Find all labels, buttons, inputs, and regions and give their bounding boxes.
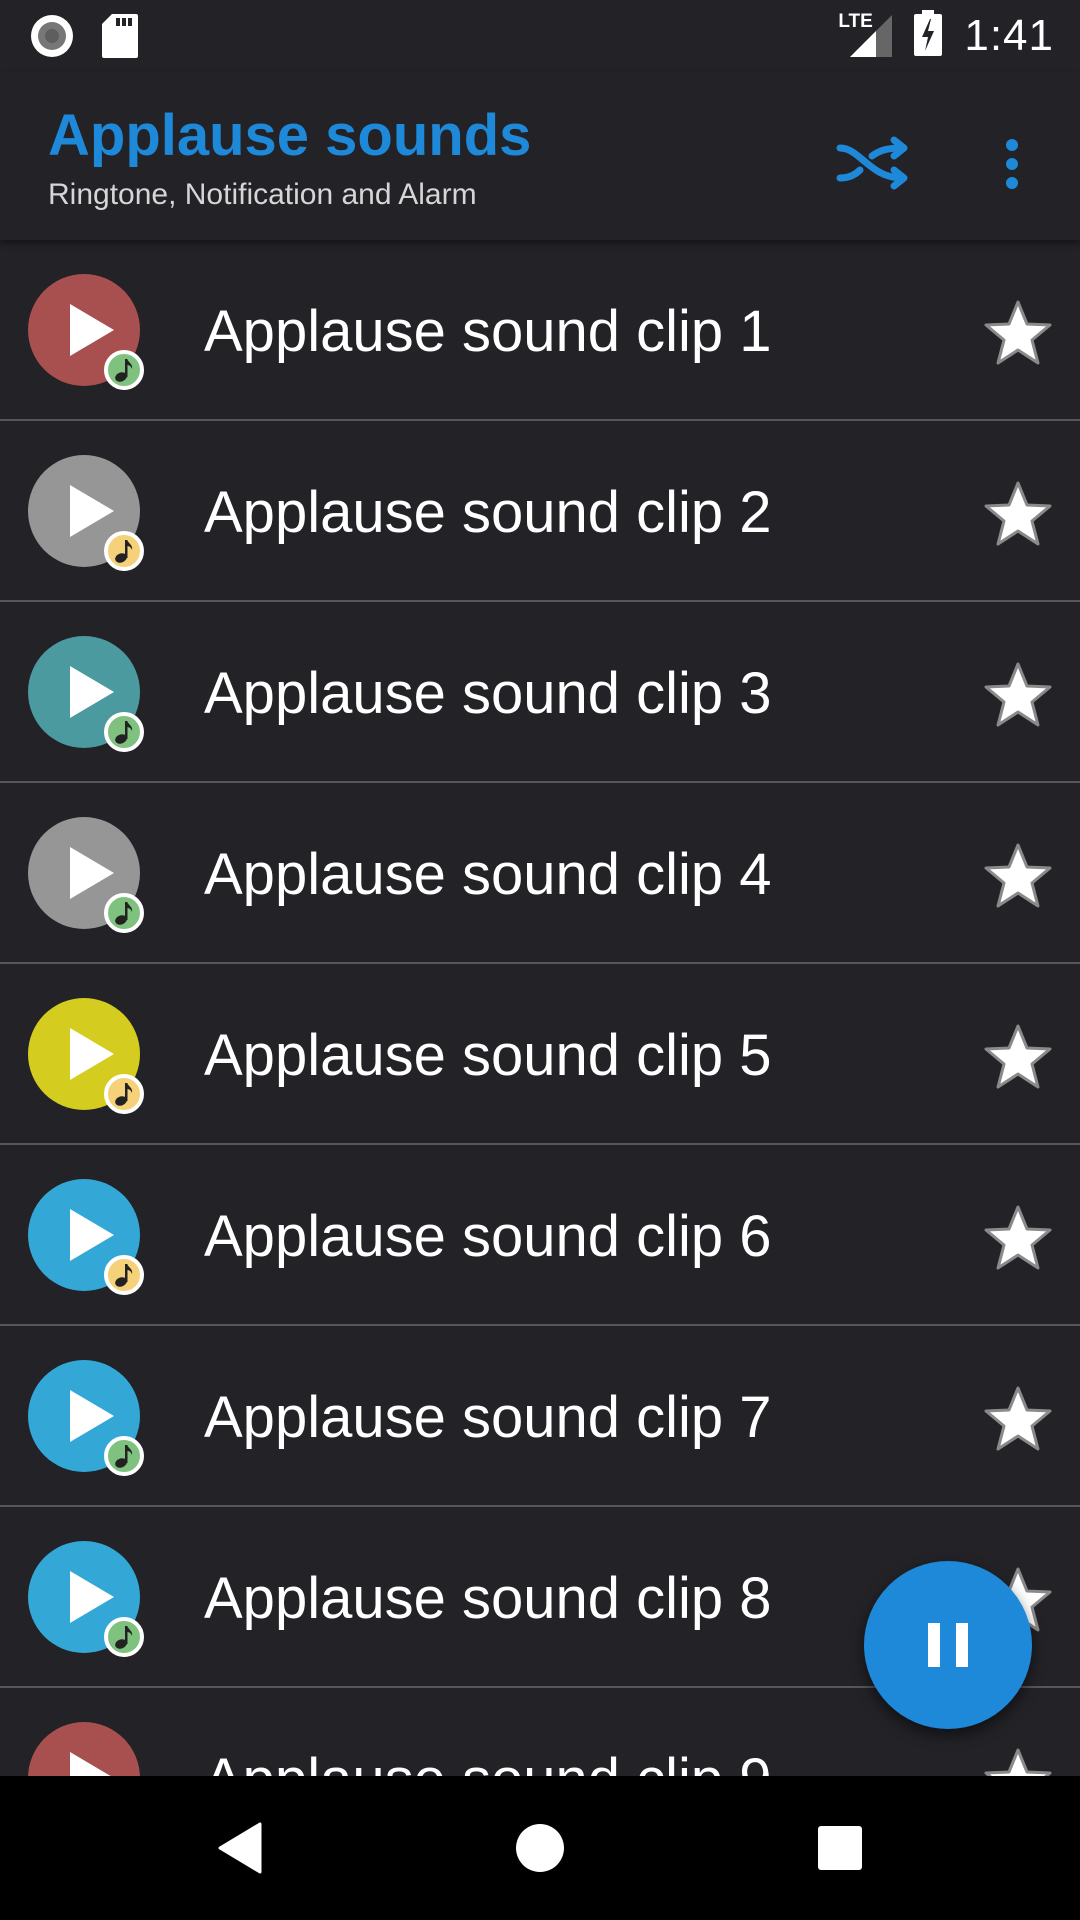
app-title: Applause sounds	[48, 103, 532, 168]
status-bar: LTE 1:41	[0, 0, 1080, 72]
music-note-badge	[104, 893, 144, 933]
play-button[interactable]	[28, 1722, 140, 1776]
music-note-badge	[104, 712, 144, 752]
clip-title: Applause sound clip 8	[204, 1566, 772, 1631]
clip-title: Applause sound clip 9	[204, 1746, 772, 1776]
music-note-badge	[104, 1617, 144, 1657]
music-note-badge	[104, 1074, 144, 1114]
star-icon	[984, 1205, 1052, 1270]
clip-title: Applause sound clip 3	[204, 661, 772, 726]
list-item[interactable]: Applause sound clip 1	[0, 240, 1080, 421]
pause-fab[interactable]	[864, 1561, 1032, 1729]
music-note-badge	[104, 531, 144, 571]
music-note-badge	[104, 350, 144, 390]
favorite-button[interactable]	[982, 1022, 1054, 1092]
star-icon	[984, 1748, 1052, 1776]
clip-title: Applause sound clip 4	[204, 842, 772, 907]
lte-signal-icon: LTE	[838, 11, 893, 61]
list-item[interactable]: Applause sound clip 6	[0, 1145, 1080, 1326]
music-note-icon	[115, 1083, 133, 1106]
navigation-bar	[0, 1776, 1080, 1920]
favorite-button[interactable]	[982, 1203, 1054, 1273]
favorite-button[interactable]	[982, 298, 1054, 368]
list-item[interactable]: Applause sound clip 2	[0, 421, 1080, 602]
shuffle-icon	[836, 136, 908, 190]
clip-title: Applause sound clip 1	[204, 299, 772, 364]
recents-button[interactable]	[804, 1812, 876, 1884]
music-note-badge	[104, 1436, 144, 1476]
recents-icon	[818, 1826, 862, 1870]
app-bar: Applause sounds Ringtone, Notification a…	[0, 72, 1080, 240]
favorite-button[interactable]	[982, 660, 1054, 730]
clock: 1:41	[964, 10, 1054, 60]
star-icon	[984, 300, 1052, 365]
music-note-icon	[115, 359, 133, 382]
more-vert-icon	[1006, 139, 1018, 189]
pause-icon	[928, 1623, 968, 1667]
home-button[interactable]	[504, 1812, 576, 1884]
star-icon	[984, 1386, 1052, 1451]
clip-title: Applause sound clip 5	[204, 1023, 772, 1088]
sound-clip-list[interactable]: Applause sound clip 1 Applause sound cli…	[0, 240, 1080, 1776]
sd-card-icon	[102, 14, 138, 63]
favorite-button[interactable]	[982, 1746, 1054, 1776]
music-note-badge	[104, 1255, 144, 1295]
star-icon	[984, 662, 1052, 727]
record-icon	[30, 14, 74, 63]
list-item[interactable]: Applause sound clip 4	[0, 783, 1080, 964]
more-options-button[interactable]	[990, 122, 1034, 206]
clip-title: Applause sound clip 2	[204, 480, 772, 545]
back-icon	[218, 1822, 262, 1874]
play-icon	[70, 1752, 111, 1776]
list-item[interactable]: Applause sound clip 7	[0, 1326, 1080, 1507]
favorite-button[interactable]	[982, 479, 1054, 549]
music-note-icon	[115, 721, 133, 744]
star-icon	[984, 481, 1052, 546]
favorite-button[interactable]	[982, 1384, 1054, 1454]
music-note-icon	[115, 540, 133, 563]
back-button[interactable]	[204, 1812, 276, 1884]
favorite-button[interactable]	[982, 841, 1054, 911]
clip-title: Applause sound clip 7	[204, 1385, 772, 1450]
music-note-icon	[115, 1626, 133, 1649]
shuffle-button[interactable]	[832, 122, 916, 206]
music-note-icon	[115, 1445, 133, 1468]
music-note-icon	[115, 902, 133, 925]
list-item[interactable]: Applause sound clip 5	[0, 964, 1080, 1145]
star-icon	[984, 1024, 1052, 1089]
list-item[interactable]: Applause sound clip 3	[0, 602, 1080, 783]
music-note-icon	[115, 1264, 133, 1287]
home-icon	[516, 1824, 564, 1872]
battery-charging-icon	[914, 10, 943, 61]
clip-title: Applause sound clip 6	[204, 1204, 772, 1269]
star-icon	[984, 843, 1052, 908]
app-subtitle: Ringtone, Notification and Alarm	[48, 178, 477, 211]
